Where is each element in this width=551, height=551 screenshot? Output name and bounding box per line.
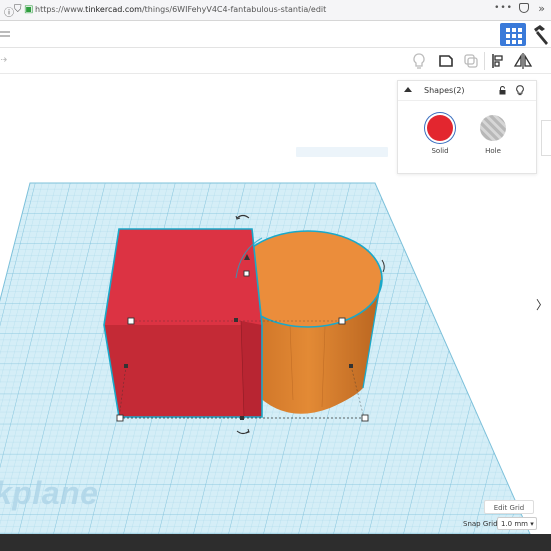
address-bar[interactable]: https://www.tinkercad.com/things/6WIFehy… [35,5,326,14]
info-icon[interactable]: ⓘ [4,4,14,19]
snap-grid-label: Snap Grid [463,520,498,528]
3d-design-view-button[interactable] [500,23,526,46]
mirror-icon[interactable] [513,51,533,71]
edit-grid-button[interactable]: Edit Grid [484,500,534,514]
align-icon[interactable] [488,51,508,71]
workplane-label: kplane [0,475,99,511]
browser-bar: ⓘ ⛉ ▣ https://www.tinkercad.com/things/6… [0,0,551,21]
url-path: /things/6WIFehyV4C4-fantabulous-stantia/… [141,5,327,14]
faint-overlay [296,147,388,157]
expand-panel-chevron-icon[interactable]: 〉 [536,296,548,313]
hole-label: Hole [485,147,501,155]
build-hammer-icon[interactable] [530,23,551,46]
inspector-header: Shapes(2) [398,81,536,101]
page-actions-button[interactable]: ••• [494,3,513,13]
inspector-title: Shapes(2) [424,86,465,95]
hole-button[interactable] [480,115,506,141]
lock-icon[interactable] [499,86,506,95]
lock-icon[interactable]: ▣ [24,4,33,15]
side-panel-tab[interactable] [541,120,551,156]
toolbar: ⇢ [0,48,551,74]
redo-icon[interactable]: ⇢ [0,53,7,66]
url-domain: tinkercad.com [85,5,142,14]
note-icon[interactable] [436,51,456,71]
snap-grid-select[interactable]: 1.0 mm ▾ [497,517,537,530]
os-taskbar [0,534,551,551]
overflow-icon[interactable]: » [538,2,545,15]
solid-color-button[interactable] [427,115,453,141]
menu-icon[interactable] [0,31,10,33]
url-prefix: https://www. [35,5,86,14]
visibility-bulb-icon[interactable] [516,85,524,96]
bulb-icon[interactable] [409,51,429,71]
app-header [0,21,551,48]
pocket-icon[interactable] [519,3,529,13]
solid-label: Solid [431,147,449,155]
collapse-caret-icon[interactable] [404,87,412,92]
shield-icon[interactable]: ⛉ [14,4,22,15]
toolbar-divider [484,52,485,70]
shape-inspector-panel: Shapes(2) Solid Hole [397,80,537,174]
duplicate-icon[interactable] [461,51,481,71]
